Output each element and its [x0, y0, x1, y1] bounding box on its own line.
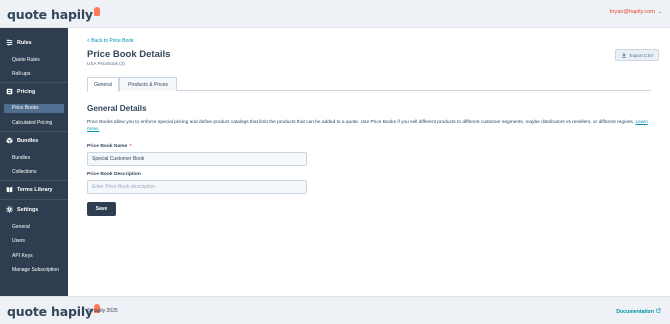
sidebar: Rules Quote Rules Roll-ups Pricing Price… — [0, 28, 68, 296]
documentation-label: Documentation — [616, 308, 654, 315]
price-book-description-input[interactable]: Enter Price Book description — [87, 180, 307, 194]
section-description: Price Books allow you to enforce special… — [87, 119, 652, 133]
sidebar-item-api-keys[interactable]: API Keys — [12, 253, 33, 259]
user-menu[interactable]: bryan@hapily.com ⌄ — [610, 9, 662, 15]
sidebar-section-terms-library[interactable]: Terms Library — [6, 186, 53, 193]
export-csv-button[interactable]: Export CSV — [615, 49, 659, 61]
sidebar-item-roll-ups[interactable]: Roll-ups — [12, 71, 30, 77]
download-icon — [621, 52, 627, 59]
back-to-price-book-link[interactable]: < Back to Price Book — [87, 38, 134, 44]
tab-bar: General Products & Prices — [87, 77, 651, 92]
external-link-icon — [656, 308, 661, 315]
page-subtitle: USA Pricebook (2) — [87, 61, 125, 66]
logo-word-quote: quote — [7, 303, 47, 319]
export-csv-label: Export CSV — [629, 52, 654, 58]
sidebar-item-users[interactable]: Users — [12, 238, 25, 244]
sidebar-section-pricing[interactable]: Pricing — [6, 88, 35, 95]
required-marker: * — [129, 144, 132, 149]
sidebar-item-quote-rules[interactable]: Quote Rules — [12, 57, 40, 63]
sidebar-divider — [0, 199, 68, 200]
box-icon — [6, 137, 13, 144]
top-header: quote hapily bryan@hapily.com ⌄ — [0, 0, 670, 28]
main-content: < Back to Price Book Price Book Details … — [68, 28, 670, 296]
logo-badge-icon — [93, 6, 100, 16]
sidebar-divider — [0, 82, 68, 83]
price-book-description-label: Price Book Description — [87, 172, 141, 177]
save-button[interactable]: Save — [87, 202, 116, 216]
user-email: bryan@hapily.com — [609, 9, 655, 15]
sidebar-section-label: Terms Library — [17, 186, 53, 193]
book-icon — [6, 186, 13, 193]
footer: quote hapily © hapily 2025 Documentation — [0, 296, 670, 324]
tab-general[interactable]: General — [87, 77, 119, 92]
documentation-link[interactable]: Documentation — [616, 308, 661, 315]
sidebar-item-collections[interactable]: Collections — [12, 169, 36, 175]
sidebar-section-settings[interactable]: Settings — [6, 206, 38, 213]
sidebar-item-general[interactable]: General — [12, 224, 30, 230]
sidebar-section-label: Settings — [17, 206, 39, 213]
sidebar-divider — [0, 131, 68, 132]
sidebar-divider — [0, 180, 68, 181]
name-label-text: Price Book Name — [87, 144, 128, 149]
price-book-name-input[interactable]: Special Customer Book — [87, 152, 307, 166]
section-title: General Details — [87, 104, 147, 113]
tab-products-prices[interactable]: Products & Prices — [119, 77, 177, 91]
copyright-text: © hapily 2025 — [87, 308, 118, 314]
sliders-icon — [6, 39, 13, 46]
price-tag-icon — [6, 88, 13, 95]
description-text: Price Books allow you to enforce special… — [87, 120, 635, 125]
sidebar-section-label: Pricing — [17, 88, 36, 95]
sidebar-section-rules[interactable]: Rules — [6, 39, 32, 46]
sidebar-item-calculated-pricing[interactable]: Calculated Pricing — [12, 120, 52, 126]
gear-icon — [6, 206, 13, 213]
sidebar-item-price-books[interactable]: Price Books — [4, 104, 64, 113]
sidebar-section-label: Bundles — [17, 137, 39, 144]
quote-hapily-logo[interactable]: quote hapily — [7, 6, 100, 22]
price-book-name-label: Price Book Name * — [87, 144, 132, 149]
chevron-down-icon: ⌄ — [657, 9, 662, 15]
footer-quote-hapily-logo[interactable]: quote hapily — [7, 303, 100, 319]
sidebar-section-bundles[interactable]: Bundles — [6, 137, 38, 144]
sidebar-item-manage-subscription[interactable]: Manage Subscription — [12, 267, 59, 273]
sidebar-section-label: Rules — [17, 39, 32, 46]
sidebar-item-bundles[interactable]: Bundles — [12, 155, 30, 161]
page-title: Price Book Details — [87, 49, 171, 60]
logo-word-quote: quote — [7, 6, 47, 22]
logo-word-hapily: hapily — [51, 6, 93, 22]
